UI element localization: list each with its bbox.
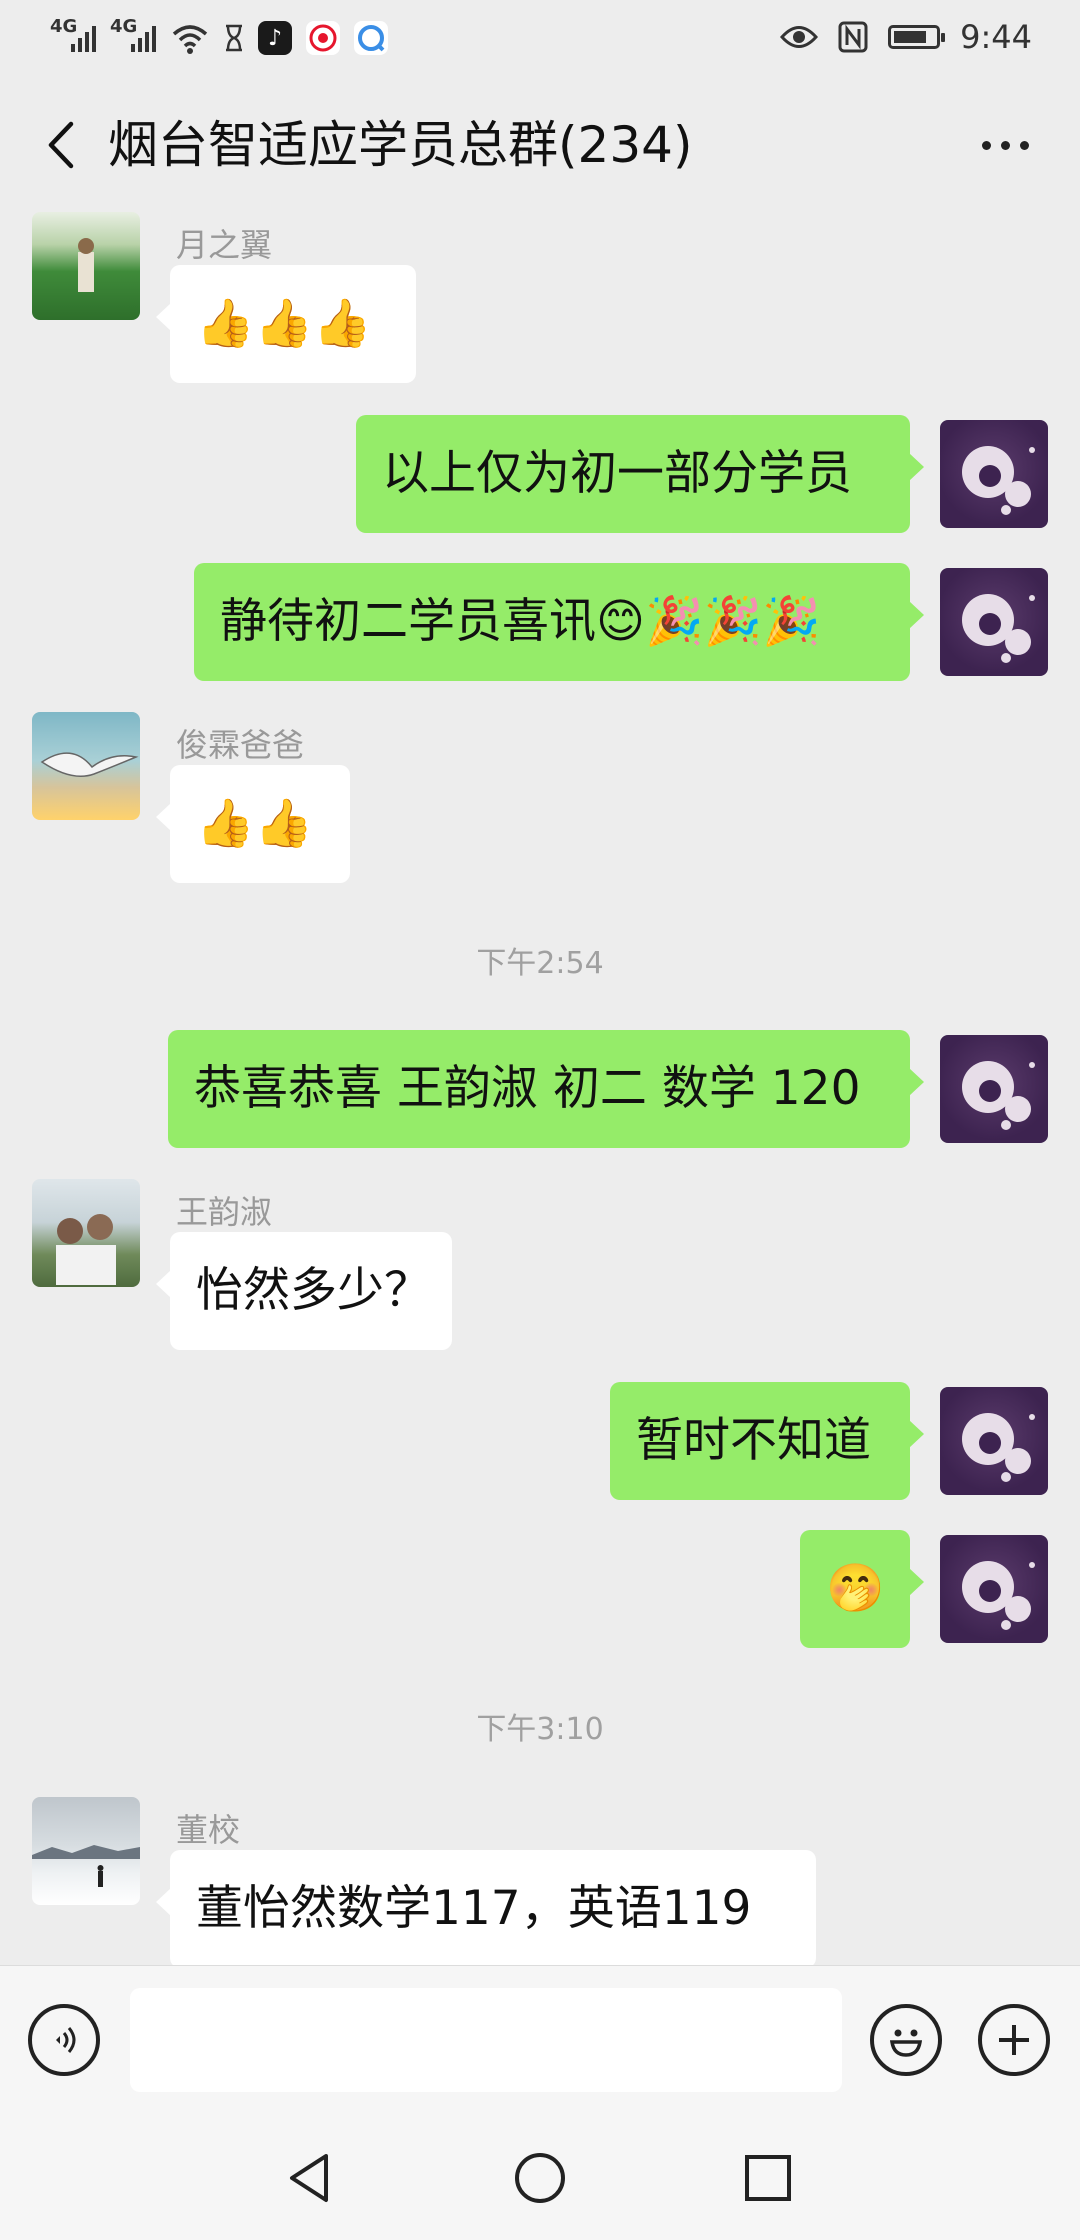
sender-name: 王韵淑 xyxy=(176,1193,273,1231)
avatar[interactable] xyxy=(32,712,140,820)
nav-home-button[interactable] xyxy=(500,2138,580,2218)
more-functions-button[interactable] xyxy=(978,2004,1050,2076)
eye-comfort-icon xyxy=(780,26,819,48)
avatar[interactable] xyxy=(32,1179,140,1287)
system-navigation-bar xyxy=(0,2110,1080,2240)
avatar[interactable] xyxy=(940,1035,1048,1143)
message-bubble[interactable]: 静待初二学员喜讯😊🎉🎉🎉 xyxy=(194,563,924,681)
chat-message-list[interactable]: 月之翼 👍👍👍 以上仅为初一部分学员 静待初二学员喜讯😊🎉🎉🎉 俊霖爸爸 👍👍 … xyxy=(0,210,1080,1965)
nav-recent-apps-button[interactable] xyxy=(728,2138,808,2218)
tiktok-app-icon: ♪ xyxy=(258,21,292,55)
message-timestamp: 下午2:54 xyxy=(476,946,604,981)
message-bubble[interactable]: 🤭 xyxy=(800,1530,924,1648)
triangle-back-icon xyxy=(290,2154,328,2202)
more-dot-icon xyxy=(1000,140,1010,150)
chat-title: 烟台智适应学员总群(234) xyxy=(108,116,693,174)
browser-app-icon xyxy=(354,21,388,55)
avatar[interactable] xyxy=(32,1797,140,1905)
weibo-app-icon xyxy=(306,21,340,55)
message-bubble[interactable]: 暂时不知道 xyxy=(610,1382,924,1500)
smiley-icon xyxy=(889,2029,923,2057)
hourglass-icon xyxy=(226,24,242,52)
message-bubble[interactable]: 恭喜恭喜 王韵淑 初二 数学 120 xyxy=(168,1030,924,1148)
back-button[interactable] xyxy=(30,115,90,175)
cell-signal-icon: 4G xyxy=(50,16,96,58)
more-options-button[interactable] xyxy=(970,120,1040,170)
emoji-button[interactable] xyxy=(870,2004,942,2076)
message-bubble[interactable]: 以上仅为初一部分学员 xyxy=(356,415,924,533)
status-bar: 4G 4G ♪ 9:44 xyxy=(0,0,1080,80)
avatar[interactable] xyxy=(940,420,1048,528)
chat-header: 烟台智适应学员总群(234) xyxy=(0,80,1080,210)
message-bubble[interactable]: 董怡然数学117，英语119 xyxy=(156,1850,816,1965)
battery-icon xyxy=(888,25,946,49)
wifi-icon xyxy=(172,25,208,54)
nav-back-button[interactable] xyxy=(270,2138,350,2218)
message-input-bar xyxy=(0,1965,1080,2111)
message-input[interactable] xyxy=(130,1988,842,2092)
sender-name: 俊霖爸爸 xyxy=(176,726,305,764)
avatar[interactable] xyxy=(940,1535,1048,1643)
sender-name: 董校 xyxy=(176,1811,241,1849)
voice-input-button[interactable] xyxy=(28,2004,100,2076)
avatar[interactable] xyxy=(940,568,1048,676)
more-dot-icon xyxy=(981,140,991,150)
message-timestamp: 下午3:10 xyxy=(476,1712,604,1747)
message-bubble[interactable]: 怡然多少？ xyxy=(156,1232,452,1350)
chevron-left-icon xyxy=(48,121,74,169)
cell-signal-icon-2: 4G xyxy=(110,16,156,58)
more-dot-icon xyxy=(1019,140,1029,150)
voice-wave-icon xyxy=(56,2027,76,2053)
avatar[interactable] xyxy=(940,1387,1048,1495)
square-recent-icon xyxy=(745,2155,791,2201)
message-bubble[interactable]: 👍👍👍 xyxy=(156,265,416,383)
plus-icon xyxy=(999,2025,1029,2055)
status-time: 9:44 xyxy=(960,18,1032,56)
nfc-icon xyxy=(838,21,868,53)
circle-home-icon xyxy=(515,2153,565,2203)
avatar[interactable] xyxy=(32,212,140,320)
message-bubble[interactable]: 👍👍 xyxy=(156,765,350,883)
sender-name: 月之翼 xyxy=(176,226,273,264)
